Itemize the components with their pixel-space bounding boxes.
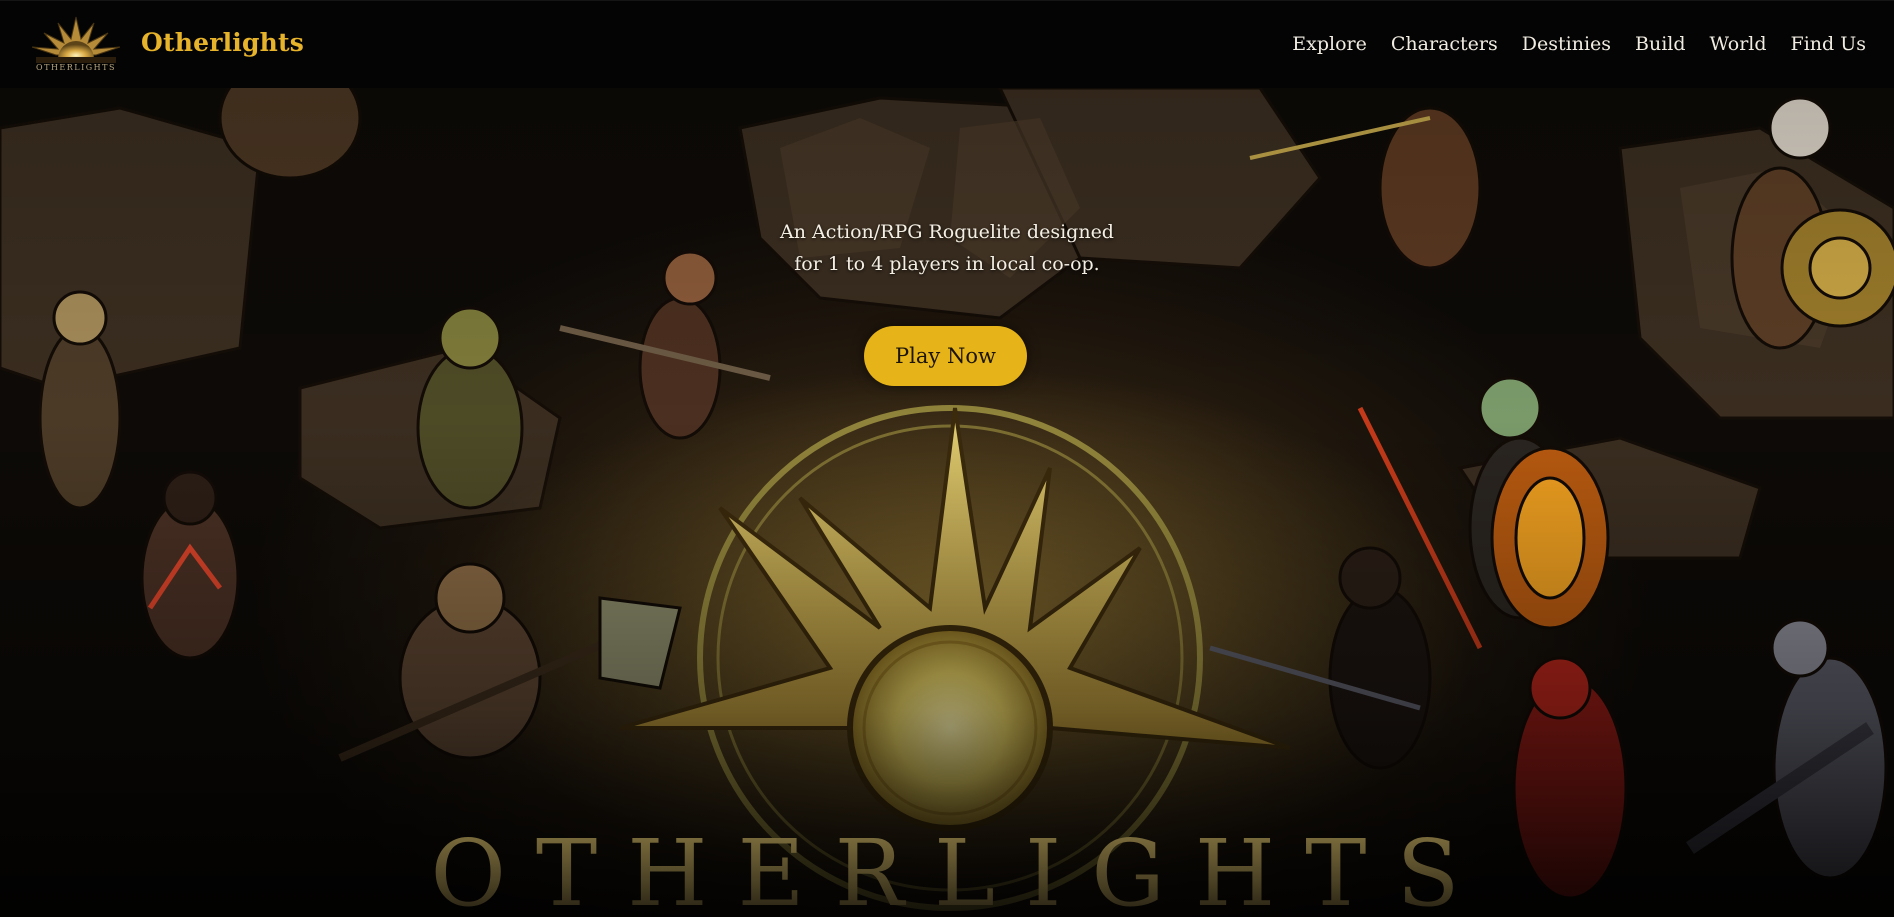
tagline-line-2: for 1 to 4 players in local co-op. — [794, 253, 1100, 275]
play-now-button[interactable]: Play Now — [864, 326, 1027, 386]
nav-item-world[interactable]: World — [1710, 33, 1767, 55]
nav-item-find-us[interactable]: Find Us — [1791, 33, 1866, 55]
top-navigation-bar: OTHERLIGHTS Otherlights Explore Characte… — [0, 0, 1894, 88]
nav-item-destinies[interactable]: Destinies — [1522, 33, 1611, 55]
sun-emblem-icon — [31, 16, 121, 63]
brand-title[interactable]: Otherlights — [141, 28, 304, 57]
logo-text: OTHERLIGHTS — [36, 63, 116, 72]
logo[interactable]: OTHERLIGHTS — [28, 15, 124, 77]
page: OTHERLIGHTS Otherlights Explore Characte… — [0, 0, 1894, 917]
hero-wordmark: OTHERLIGHTS — [420, 820, 1500, 917]
hero-section — [0, 88, 1894, 917]
tagline-line-1: An Action/RPG Roguelite designed — [780, 221, 1114, 243]
hero-tagline: An Action/RPG Roguelite designed for 1 t… — [647, 216, 1247, 280]
nav-item-explore[interactable]: Explore — [1292, 33, 1367, 55]
nav-item-characters[interactable]: Characters — [1391, 33, 1498, 55]
main-nav: Explore Characters Destinies Build World… — [1292, 33, 1866, 55]
nav-item-build[interactable]: Build — [1635, 33, 1686, 55]
hero-background-illustration — [0, 88, 1894, 911]
